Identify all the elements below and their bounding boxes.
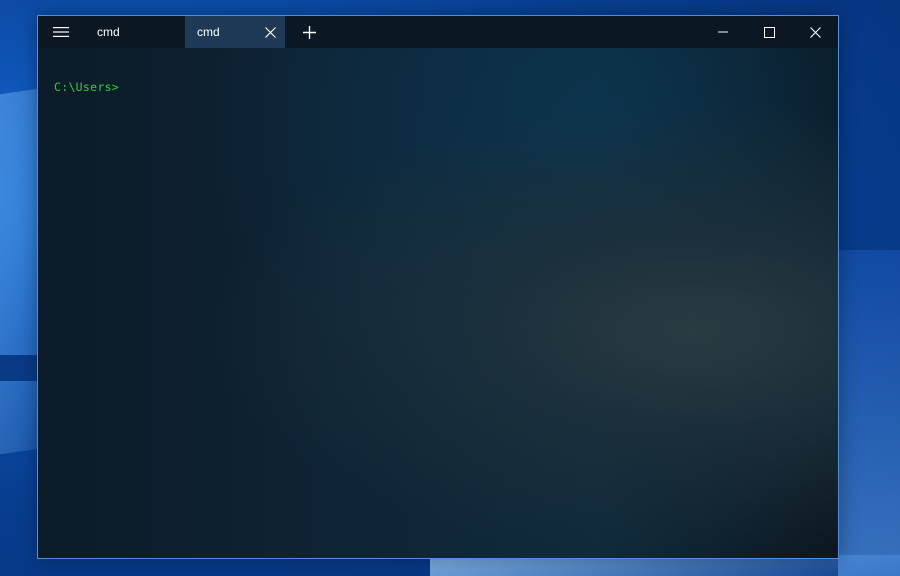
maximize-button[interactable] xyxy=(746,16,792,48)
command-prompt: C:\Users> xyxy=(54,80,120,94)
menu-button[interactable] xyxy=(38,16,84,48)
title-bar-drag-area[interactable] xyxy=(333,16,700,48)
title-bar[interactable]: cmd cmd xyxy=(38,16,838,48)
tab-label: cmd xyxy=(97,25,120,39)
new-tab-button[interactable] xyxy=(285,16,333,48)
console-output[interactable]: C:\Users> xyxy=(54,80,119,94)
minimize-button[interactable] xyxy=(700,16,746,48)
minimize-icon xyxy=(718,27,728,37)
maximize-icon xyxy=(763,26,775,38)
close-window-button[interactable] xyxy=(792,16,838,48)
tab-cmd-2[interactable]: cmd xyxy=(185,16,285,48)
plus-icon xyxy=(302,25,316,39)
wallpaper-shape xyxy=(838,250,900,576)
close-icon[interactable] xyxy=(263,25,277,39)
wallpaper-shape xyxy=(0,355,40,381)
close-icon xyxy=(809,26,821,38)
tab-cmd-1[interactable]: cmd xyxy=(84,16,185,48)
tab-label: cmd xyxy=(197,25,220,39)
terminal-window[interactable]: cmd cmd C:\Users> xyxy=(37,15,839,559)
hamburger-menu-icon xyxy=(53,26,69,38)
